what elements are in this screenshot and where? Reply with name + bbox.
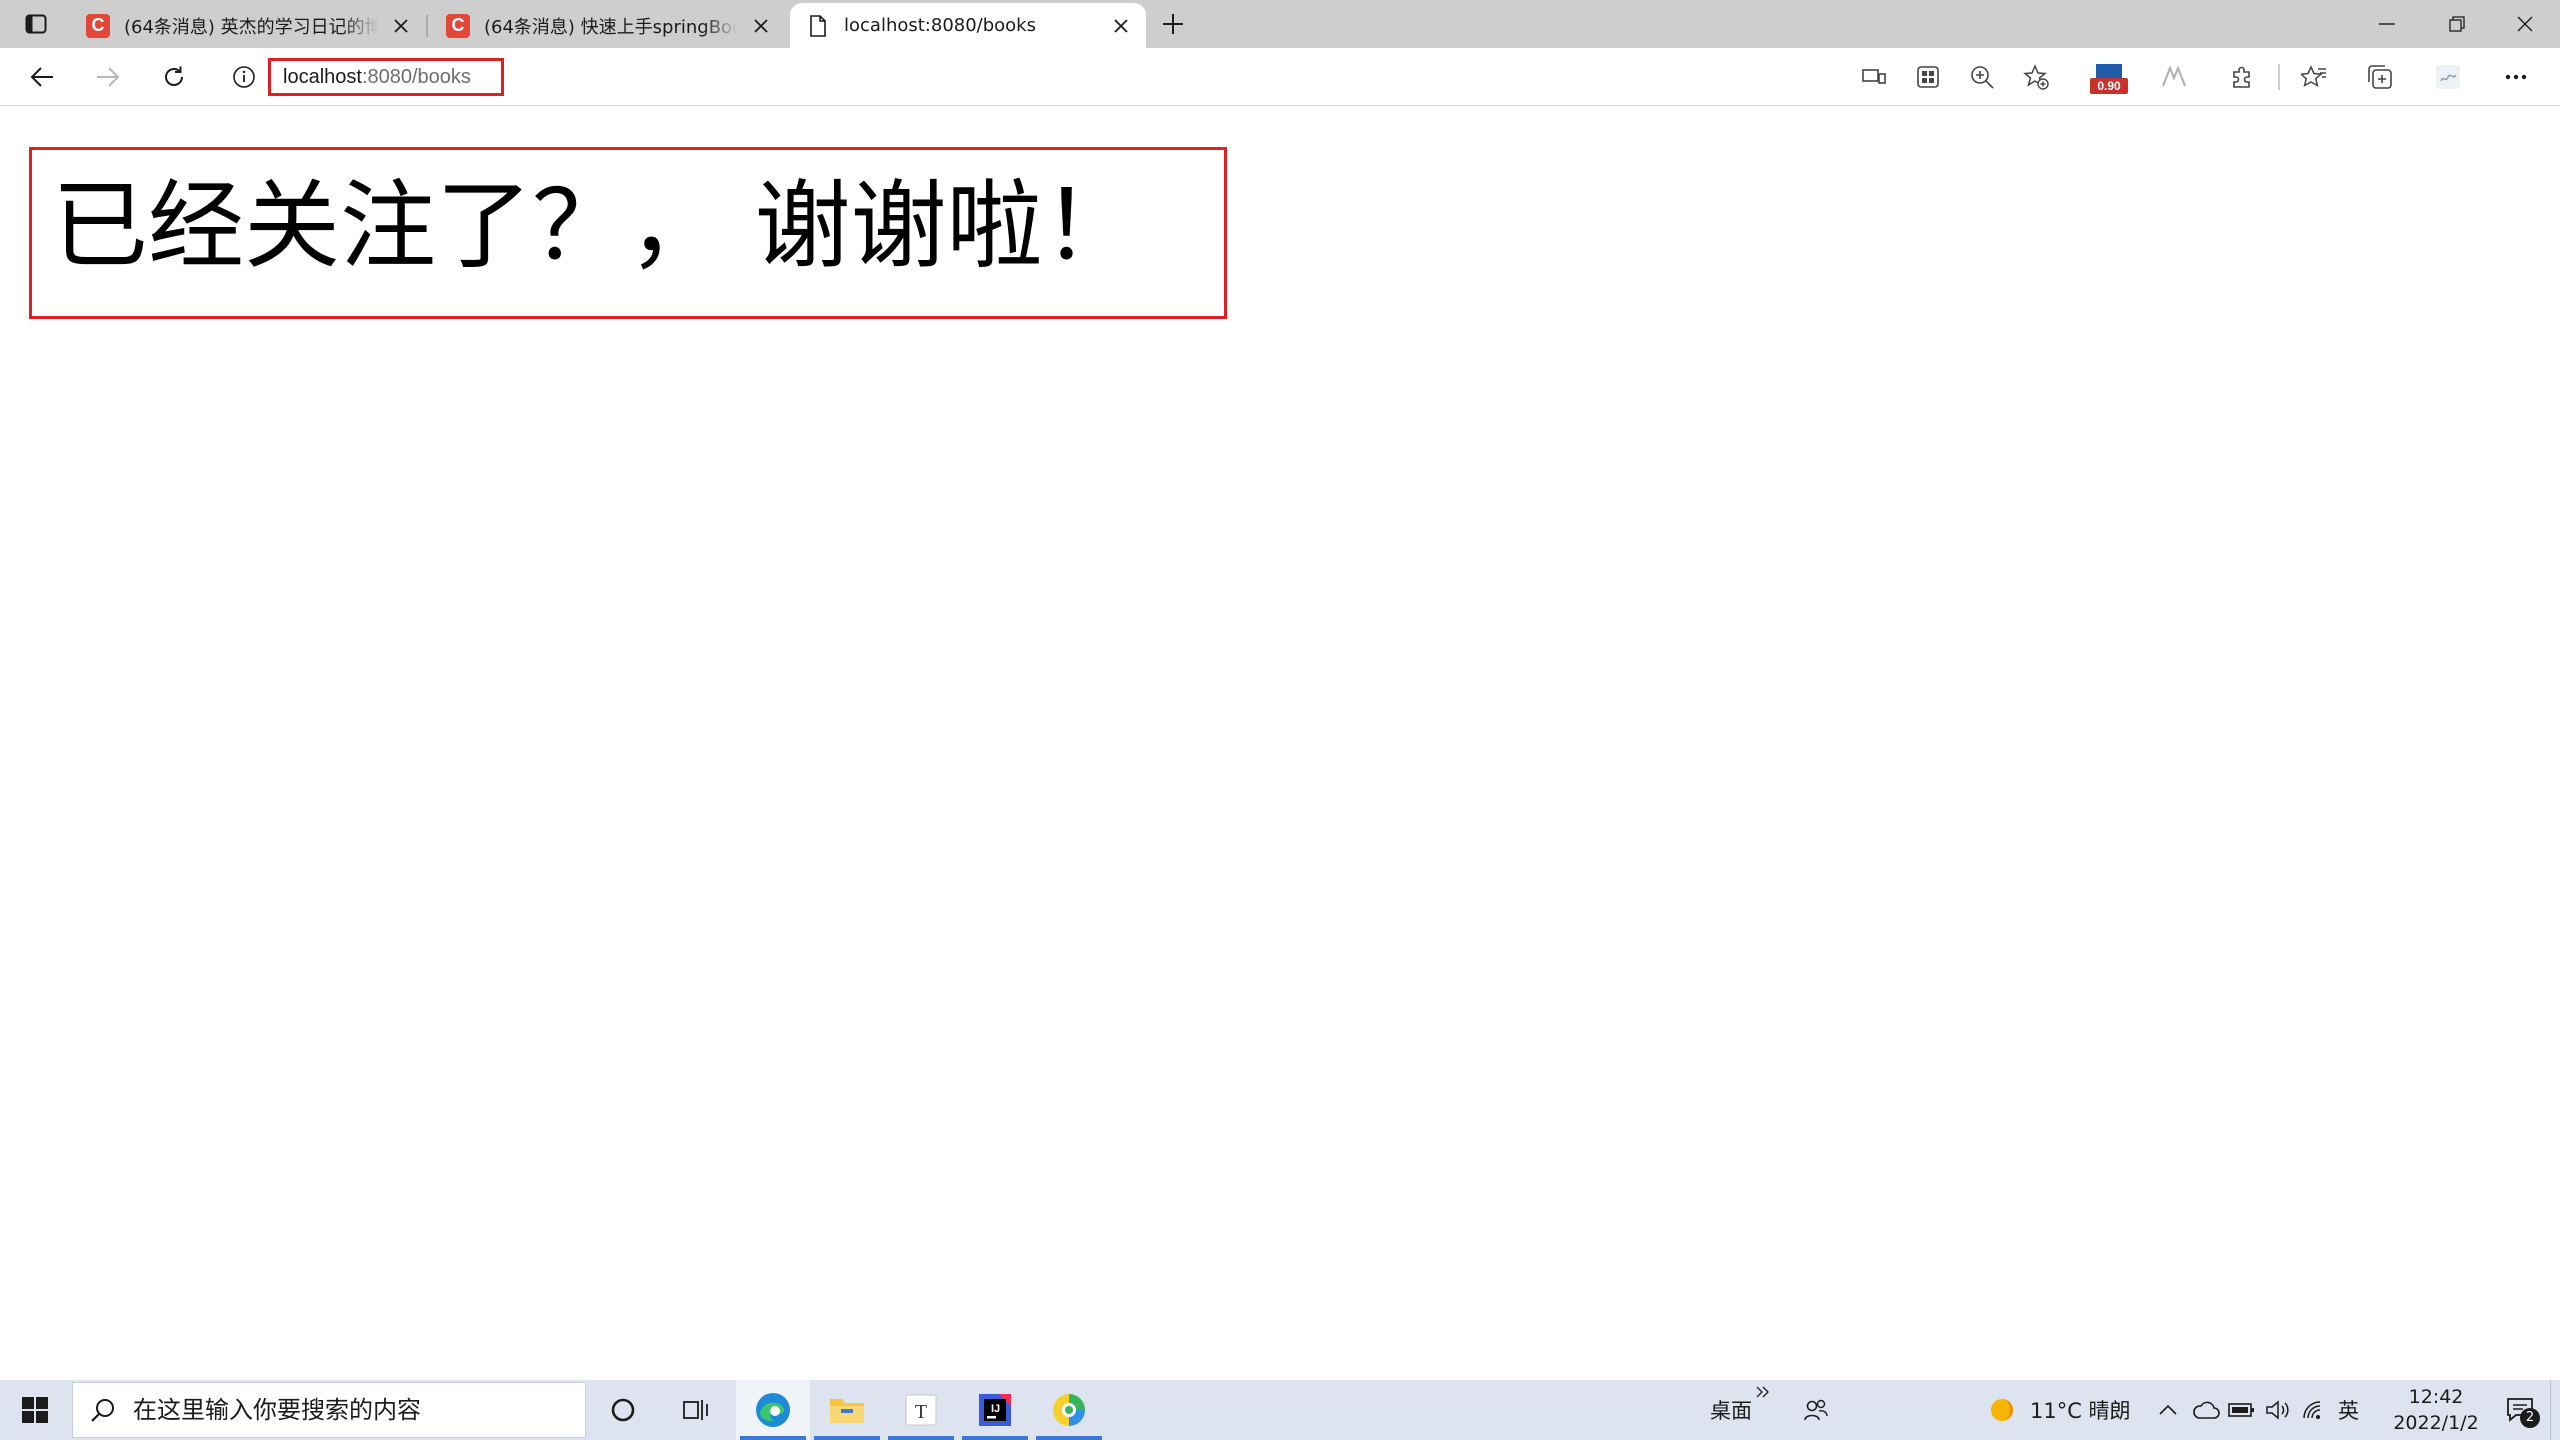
add-favorite-icon[interactable]	[2020, 61, 2052, 93]
new-tab-button[interactable]	[1155, 8, 1191, 40]
typora-icon: T	[905, 1394, 937, 1426]
restore-icon	[2449, 16, 2465, 32]
profile-avatar-icon[interactable]	[2432, 61, 2464, 93]
running-indicator	[1036, 1436, 1102, 1440]
info-icon[interactable]	[232, 65, 256, 89]
tab-springboot-article[interactable]: C (64条消息) 快速上手springBoot(基	[430, 3, 786, 48]
show-desktop-button[interactable]	[2550, 1380, 2560, 1440]
extension-grey-icon[interactable]	[2158, 61, 2190, 93]
annotation-highlight-box: 已经关注了？， 谢谢啦！	[29, 147, 1227, 319]
task-view-icon	[683, 1400, 708, 1420]
taskbar-app-browser[interactable]	[1032, 1380, 1106, 1440]
system-clock[interactable]: 12:42 2022/1/2	[2366, 1380, 2506, 1440]
svg-text:T: T	[915, 1401, 927, 1423]
tab-close-button[interactable]	[748, 13, 774, 39]
refresh-icon	[165, 66, 183, 86]
collections-icon[interactable]	[2364, 61, 2396, 93]
refresh-button[interactable]	[154, 57, 194, 97]
colorful-browser-icon	[1053, 1394, 1085, 1426]
running-indicator	[962, 1436, 1028, 1440]
people-icon[interactable]	[1800, 1394, 1832, 1426]
taskbar-app-edge[interactable]	[736, 1380, 810, 1440]
extension-badge-button[interactable]: 0.90	[2090, 64, 2128, 94]
url-text-highlighted[interactable]: localhost:8080/books	[268, 58, 504, 96]
close-icon	[754, 18, 768, 33]
tab-title: (64条消息) 英杰的学习日记的博客	[124, 16, 378, 38]
csdn-logo-icon: C	[86, 13, 110, 38]
forward-button[interactable]	[88, 57, 128, 97]
tab-actions-button[interactable]	[14, 8, 58, 40]
tab-csdn-blog[interactable]: C (64条消息) 英杰的学习日记的博客	[70, 3, 428, 48]
folder-icon	[830, 1399, 864, 1423]
close-icon	[2517, 16, 2533, 32]
toolbar-separator	[2278, 64, 2280, 90]
apps-icon[interactable]	[1912, 61, 1944, 93]
task-view-button[interactable]	[660, 1380, 734, 1440]
browser-toolbar: localhost:8080/books 0.90	[0, 48, 2560, 106]
url-path: :8080/books	[361, 65, 471, 88]
extension-badge-count: 0.90	[2090, 78, 2128, 94]
running-indicator	[814, 1436, 880, 1440]
restore-button[interactable]	[2422, 0, 2492, 48]
minimize-button[interactable]	[2352, 0, 2422, 48]
tab-actions-icon	[25, 14, 47, 34]
tab-close-button[interactable]	[1108, 13, 1134, 39]
taskbar-search-input[interactable]	[133, 1396, 563, 1424]
cortana-circle-icon	[611, 1398, 635, 1422]
battery-icon[interactable]	[2226, 1394, 2258, 1426]
taskbar-app-file-explorer[interactable]	[810, 1380, 884, 1440]
more-menu-icon[interactable]	[2500, 61, 2532, 93]
forward-arrow-icon	[97, 67, 120, 87]
windows-logo-icon	[22, 1397, 48, 1423]
running-indicator	[888, 1436, 954, 1440]
close-icon	[1114, 18, 1128, 33]
volume-icon[interactable]	[2262, 1394, 2294, 1426]
weather-sun-icon[interactable]	[1986, 1394, 2018, 1426]
taskbar-app-intellij[interactable]: IJ	[958, 1380, 1032, 1440]
clock-date: 2022/1/2	[2393, 1412, 2479, 1434]
windows-taskbar: T IJ 桌面 11°C 晴朗 英 12:42 2022/1/2 2	[0, 1380, 2560, 1440]
start-button[interactable]	[0, 1380, 70, 1440]
notification-count-badge: 2	[2520, 1408, 2540, 1428]
edge-browser-icon	[756, 1393, 790, 1427]
cast-icon[interactable]	[1858, 61, 1890, 93]
close-icon	[394, 18, 408, 33]
toolbar-expand-chevrons-icon[interactable]	[1752, 1382, 1774, 1402]
tab-title: (64条消息) 快速上手springBoot(基	[484, 16, 738, 38]
back-arrow-icon	[30, 67, 53, 87]
desktop-toolbar-label[interactable]: 桌面	[1710, 1380, 1752, 1440]
running-indicator	[740, 1436, 806, 1440]
svg-text:IJ: IJ	[991, 1403, 1000, 1415]
taskbar-search-box[interactable]	[72, 1382, 586, 1438]
address-bar[interactable]: localhost:8080/books	[216, 55, 2006, 99]
taskbar-app-typora[interactable]: T	[884, 1380, 958, 1440]
csdn-logo-icon: C	[446, 13, 470, 38]
tab-title: localhost:8080/books	[844, 15, 1036, 36]
action-center-button[interactable]: 2	[2490, 1380, 2550, 1440]
close-window-button[interactable]	[2490, 0, 2560, 48]
extensions-puzzle-icon[interactable]	[2226, 61, 2258, 93]
tab-close-button[interactable]	[388, 13, 414, 39]
clock-time: 12:42	[2408, 1386, 2464, 1408]
zoom-icon[interactable]	[1966, 61, 1998, 93]
page-heading: 已经关注了？， 谢谢啦！	[52, 170, 1139, 282]
wifi-icon[interactable]	[2298, 1394, 2330, 1426]
tab-strip: C (64条消息) 英杰的学习日记的博客 C (64条消息) 快速上手sprin…	[0, 0, 2560, 48]
favorites-icon[interactable]	[2298, 61, 2330, 93]
show-hidden-icons-chevron-icon[interactable]	[2152, 1394, 2184, 1426]
tab-localhost-books[interactable]: localhost:8080/books	[790, 3, 1146, 48]
minimize-icon	[2379, 23, 2395, 25]
page-content: 已经关注了？， 谢谢啦！	[0, 107, 2560, 1380]
url-host: localhost	[283, 65, 362, 88]
intellij-idea-icon: IJ	[979, 1394, 1011, 1426]
back-button[interactable]	[22, 57, 62, 97]
weather-text[interactable]: 11°C 晴朗	[2030, 1380, 2131, 1440]
cortana-button[interactable]	[586, 1380, 660, 1440]
search-icon	[73, 1382, 133, 1438]
plus-icon	[1163, 14, 1183, 34]
page-icon	[806, 14, 830, 38]
input-method-indicator[interactable]: 英	[2338, 1380, 2359, 1440]
tab-separator	[426, 15, 428, 37]
onedrive-cloud-icon[interactable]	[2190, 1394, 2222, 1426]
